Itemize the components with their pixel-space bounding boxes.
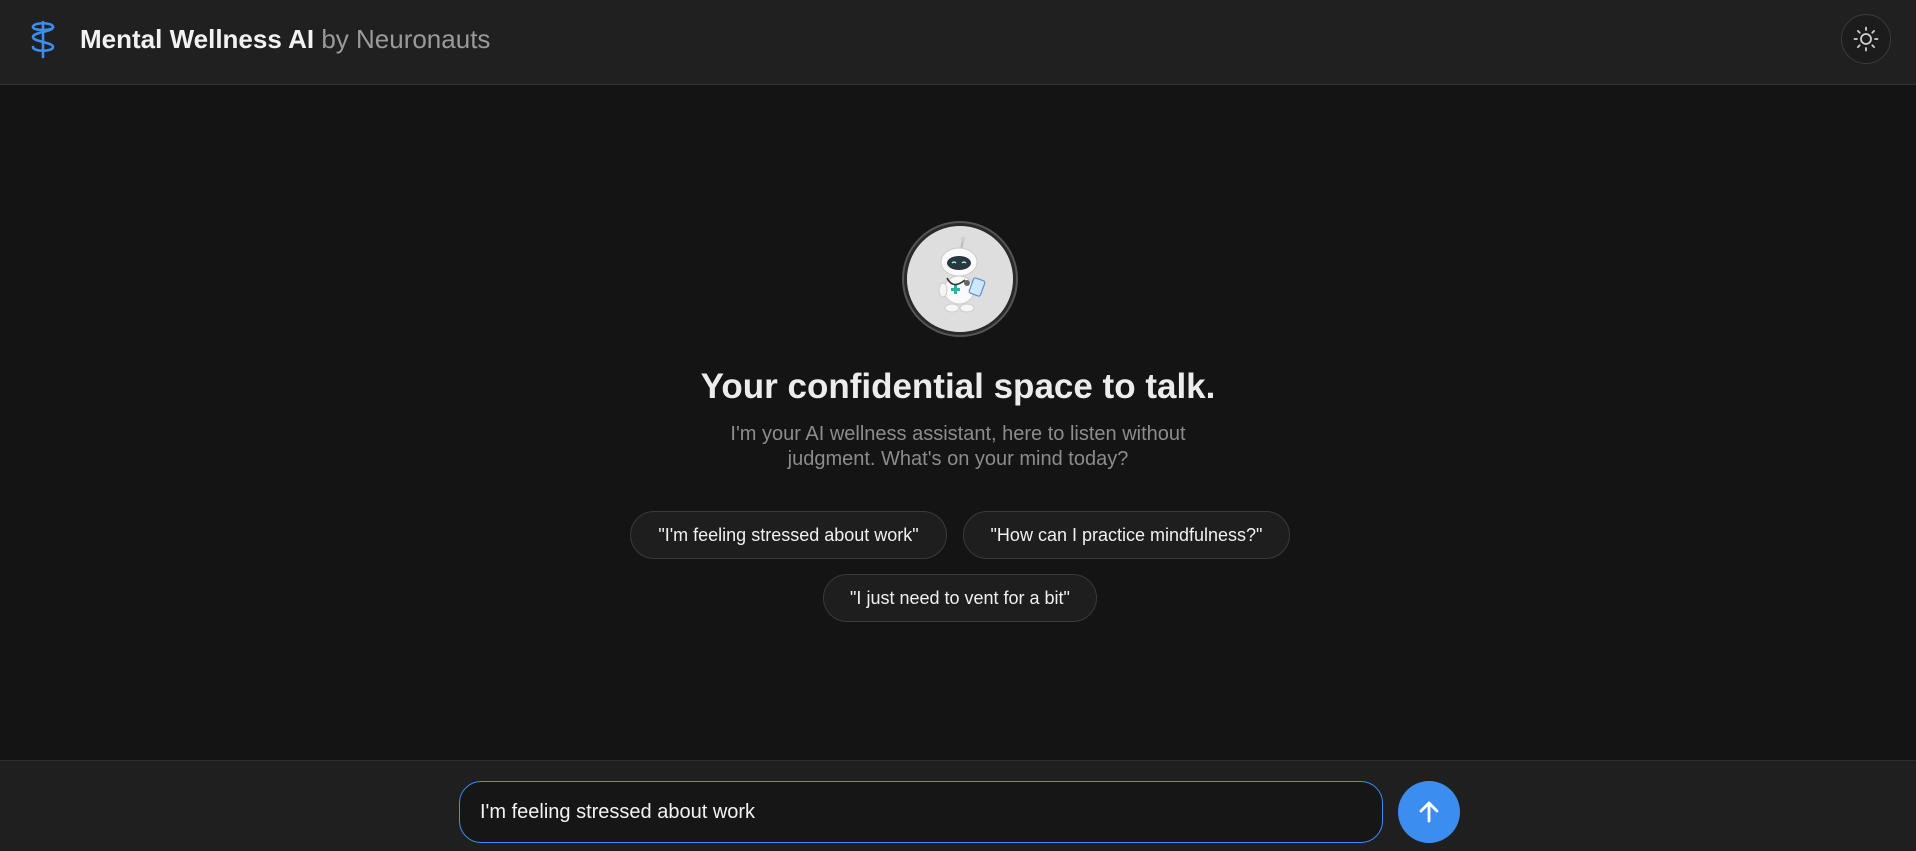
app-byline: by Neuronauts [321,24,491,54]
send-button[interactable] [1398,781,1460,843]
message-input[interactable] [459,781,1383,843]
suggestion-chip[interactable]: "How can I practice mindfulness?" [963,511,1290,559]
sun-icon [1853,26,1879,52]
app-name: Mental Wellness AI [80,24,315,54]
suggestion-chip[interactable]: "I just need to vent for a bit" [823,574,1097,622]
app-header: Mental Wellness AI by Neuronauts [0,0,1916,85]
arrow-up-icon [1419,801,1439,823]
caduceus-icon [31,20,55,59]
robot-doctor-icon [907,226,1013,332]
hero-title: Your confidential space to talk. [700,367,1216,406]
assistant-avatar [904,223,1016,335]
suggestion-chip[interactable]: "I'm feeling stressed about work" [630,511,947,559]
hero-subtitle: I'm your AI wellness assistant, here to … [730,423,1186,470]
theme-toggle-button[interactable] [1841,14,1891,64]
app-title: Mental Wellness AI by Neuronauts [80,22,490,56]
